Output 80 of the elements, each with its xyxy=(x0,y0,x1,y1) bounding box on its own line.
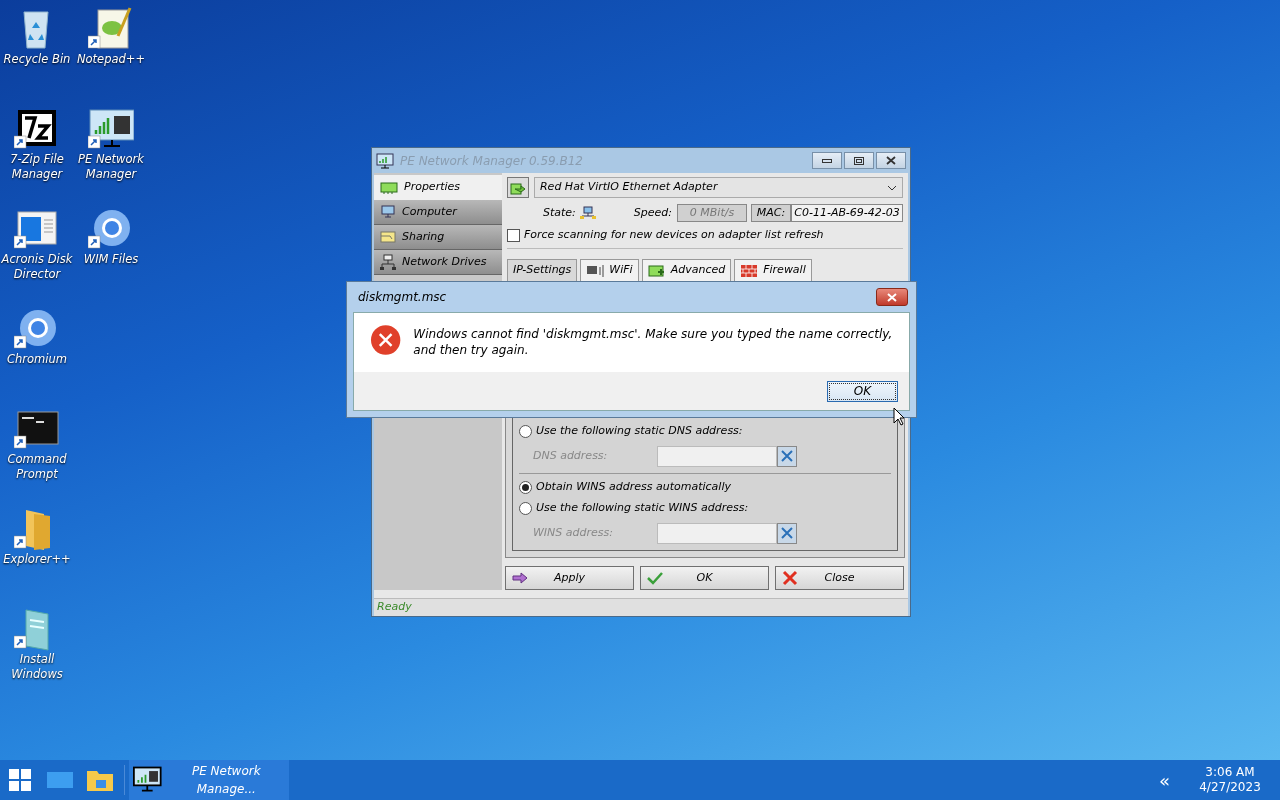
desktop-icon-label[interactable]: WIM Files xyxy=(74,252,148,267)
mac-label: MAC: xyxy=(751,204,791,222)
windows-logo-icon xyxy=(9,769,31,791)
field-label: WINS address: xyxy=(531,524,614,541)
close-button[interactable] xyxy=(876,152,906,169)
nav-item[interactable]: Sharing xyxy=(374,225,502,250)
checkbox-label: Force scanning for new devices on adapter list refresh xyxy=(523,226,824,243)
clear-icon xyxy=(779,526,794,540)
dialog-title: diskmgmt.msc xyxy=(357,289,448,306)
export-icon xyxy=(509,180,526,195)
desktop-icon-label[interactable]: Command Prompt xyxy=(0,452,74,482)
state-label: State: xyxy=(542,204,576,221)
tab[interactable]: Firewall xyxy=(734,259,812,282)
address-field[interactable] xyxy=(656,522,777,544)
network-icon xyxy=(579,206,596,220)
clear-button[interactable] xyxy=(776,445,797,467)
desktop-icon-label[interactable]: Acronis Disk Director xyxy=(0,252,74,282)
radio-button[interactable] xyxy=(518,501,532,515)
arrow-right-icon xyxy=(511,572,528,584)
status-text: Ready xyxy=(377,599,412,616)
action-button[interactable]: Close xyxy=(774,566,904,590)
minimize-icon xyxy=(822,157,832,164)
minimize-button[interactable] xyxy=(812,152,842,169)
ok-button[interactable]: OK xyxy=(827,380,898,402)
folder-icon xyxy=(380,230,396,244)
action-button[interactable]: Apply xyxy=(504,566,634,590)
checkmark-icon xyxy=(646,571,663,585)
error-message: Windows cannot find 'diskmgmt.msc'. Make sure you typed the name correctly, and then try again. xyxy=(413,326,893,358)
close-icon xyxy=(886,156,896,165)
network-monitor-icon xyxy=(133,765,162,795)
desktop-icon-label[interactable]: 7-Zip File Manager xyxy=(0,152,74,182)
clear-button[interactable] xyxy=(776,522,797,544)
desktop-icon xyxy=(46,770,74,790)
monitor-icon xyxy=(380,205,396,219)
tab[interactable]: WiFi xyxy=(580,259,639,282)
desktop-icon-label[interactable]: Install Windows xyxy=(0,652,74,682)
nav-item[interactable]: Computer xyxy=(374,200,502,225)
speed-label: Speed: xyxy=(633,204,672,221)
maximize-icon xyxy=(854,156,864,165)
mouse-cursor-icon xyxy=(893,407,905,426)
clock-date[interactable]: 4/27/2023 xyxy=(1199,780,1261,795)
radio-label: Use the following static WINS address: xyxy=(535,499,749,516)
desktop-icon-label[interactable]: PE Network Manager xyxy=(74,152,148,182)
nav-item[interactable]: Properties xyxy=(374,175,502,200)
network-monitor-icon xyxy=(376,152,394,169)
chevron-down-icon xyxy=(887,184,897,191)
network-card-icon xyxy=(380,180,398,195)
wifi-monitor-icon xyxy=(586,263,605,278)
radio-label: Use the following static DNS address: xyxy=(535,422,743,439)
clear-icon xyxy=(779,449,794,463)
folder-icon xyxy=(86,768,114,792)
network-icon xyxy=(380,254,396,270)
close-button[interactable] xyxy=(876,288,908,306)
desktop-icon-label[interactable]: Notepad++ xyxy=(74,52,148,67)
radio-button[interactable] xyxy=(518,424,532,438)
checkbox[interactable] xyxy=(506,228,520,242)
brick-wall-icon xyxy=(740,263,759,278)
network-card-icon xyxy=(647,263,666,278)
close-icon xyxy=(887,292,897,302)
radio-button[interactable] xyxy=(518,480,532,494)
taskbar-app-button[interactable]: PE Network Manage... xyxy=(129,760,289,800)
action-button[interactable]: OK xyxy=(639,566,769,590)
tab[interactable]: IP-Settings xyxy=(506,259,578,282)
refresh-button[interactable] xyxy=(506,177,529,198)
speed-value: 0 MBit/s xyxy=(677,204,747,222)
desktop-icon-label[interactable]: Chromium xyxy=(0,352,74,367)
address-field[interactable] xyxy=(656,445,777,467)
adapter-dropdown[interactable]: Red Hat VirtIO Ethernet Adapter xyxy=(533,177,903,198)
radio-label: Obtain WINS address automatically xyxy=(535,478,731,495)
close-icon xyxy=(781,570,798,586)
desktop-icon-label[interactable]: Explorer++ xyxy=(0,552,74,567)
error-icon xyxy=(370,324,402,356)
desktop-icon-label[interactable]: Recycle Bin xyxy=(0,52,74,67)
overflow-button[interactable]: « xyxy=(1149,766,1180,794)
clock-time[interactable]: 3:06 AM xyxy=(1205,765,1255,780)
nav-item[interactable]: Network Drives xyxy=(374,250,502,275)
field-label: DNS address: xyxy=(531,447,609,464)
mac-value: C0-11-AB-69-42-03 xyxy=(791,204,903,222)
maximize-button[interactable] xyxy=(844,152,874,169)
tab[interactable]: Advanced xyxy=(641,259,732,282)
